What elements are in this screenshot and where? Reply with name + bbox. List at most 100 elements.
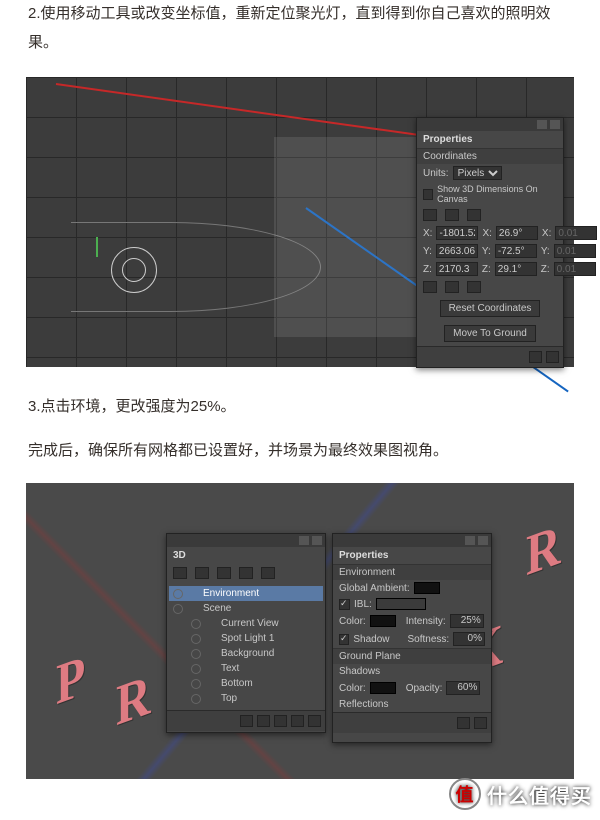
global-ambient-label: Global Ambient: xyxy=(339,583,410,594)
show-3d-label: Show 3D Dimensions On Canvas xyxy=(437,184,557,204)
panel-footer xyxy=(333,712,491,733)
tutorial-step-3a: 3.点击环境，更改强度为25%。 xyxy=(0,393,600,422)
visibility-icon[interactable] xyxy=(191,694,201,704)
shadow-label: Shadow xyxy=(353,634,389,645)
pos-z[interactable] xyxy=(436,262,478,276)
global-ambient-swatch[interactable] xyxy=(414,582,440,594)
gp-color-swatch[interactable] xyxy=(370,682,396,694)
tutorial-step-2: 2.使用移动工具或改变坐标值，重新定位聚光灯，直到得到你自己喜欢的照明效果。 xyxy=(0,0,600,57)
show-3d-checkbox[interactable] xyxy=(423,189,433,200)
move-icon xyxy=(423,209,437,221)
scene-tree-item[interactable]: Environment xyxy=(169,586,323,601)
mesh-letter: P xyxy=(56,642,85,719)
tree-item-label: Spot Light 1 xyxy=(221,633,274,644)
filter-icon xyxy=(173,567,187,579)
visibility-icon[interactable] xyxy=(173,604,183,614)
panel-titlebar[interactable] xyxy=(167,534,325,547)
shadows-sublabel: Shadows xyxy=(339,666,380,677)
visibility-icon[interactable] xyxy=(191,634,201,644)
gp-color-label: Color: xyxy=(339,683,366,694)
material-icon xyxy=(239,567,253,579)
ibl-swatch[interactable] xyxy=(376,598,426,610)
tree-item-label: Text xyxy=(221,663,239,674)
spotlight-gizmo xyxy=(111,247,157,293)
scene-tree-item[interactable]: Background xyxy=(169,646,323,661)
rot-z[interactable] xyxy=(495,262,537,276)
visibility-icon[interactable] xyxy=(191,679,201,689)
tree-item-label: Current View xyxy=(221,618,279,629)
visibility-icon[interactable] xyxy=(191,664,201,674)
scene-tree-item[interactable]: Bottom xyxy=(169,676,323,691)
ibl-color-swatch[interactable] xyxy=(370,615,396,627)
tree-item-label: Bottom xyxy=(221,678,253,689)
ground-plane-header: Ground Plane xyxy=(333,648,491,664)
softness-label: Softness: xyxy=(407,634,449,645)
panel-tab[interactable]: Environment xyxy=(333,564,491,580)
pos-x[interactable] xyxy=(436,226,478,240)
trash-icon[interactable] xyxy=(474,717,487,729)
transform-mode-icons[interactable] xyxy=(417,206,563,224)
coordinates-tab-label: Coordinates xyxy=(423,151,477,162)
scene-icon xyxy=(195,567,209,579)
scale-icon xyxy=(467,209,481,221)
intensity-label: Intensity: xyxy=(406,616,446,627)
units-label: Units: xyxy=(423,168,449,179)
opacity-value[interactable]: 60% xyxy=(446,681,480,695)
properties-panel-environment: Properties Environment Global Ambient: I… xyxy=(332,533,492,743)
rotate-icon xyxy=(445,209,459,221)
watermark-badge: 值 xyxy=(449,778,481,810)
scene-tree-item[interactable]: Spot Light 1 xyxy=(169,631,323,646)
units-select[interactable]: Pixels xyxy=(453,166,502,180)
opacity-label: Opacity: xyxy=(406,683,443,694)
panel-title: Properties xyxy=(417,131,563,148)
pos-y[interactable] xyxy=(436,244,478,258)
shadow-checkbox[interactable] xyxy=(339,634,349,645)
visibility-icon[interactable] xyxy=(173,589,183,599)
reset-coordinates-button[interactable]: Reset Coordinates xyxy=(440,300,541,317)
panel-tab[interactable]: Coordinates xyxy=(417,148,563,164)
softness-value[interactable]: 0% xyxy=(453,632,485,646)
screenshot-environment: P R R K 3D EnvironmentSceneCurrent ViewS… xyxy=(26,483,574,779)
panel-footer xyxy=(167,710,325,731)
scene-tree: Environment Scene Current View Spot Light 1… xyxy=(167,582,325,710)
color-label: Color: xyxy=(339,616,366,627)
trash-icon[interactable] xyxy=(546,351,559,363)
scene-tree-item[interactable]: Current View xyxy=(169,616,323,631)
reuse-icon[interactable] xyxy=(529,351,542,363)
trash-icon[interactable] xyxy=(308,715,321,727)
panel-titlebar[interactable] xyxy=(333,534,491,547)
tree-item-label: Top xyxy=(221,693,237,704)
properties-panel-coordinates: Properties Coordinates Units: Pixels Sho… xyxy=(416,117,564,368)
scene-tree-item[interactable]: Text xyxy=(169,661,323,676)
move-to-ground-button[interactable]: Move To Ground xyxy=(444,325,536,342)
scene-tree-item[interactable]: Scene xyxy=(169,601,323,616)
visibility-icon[interactable] xyxy=(191,649,201,659)
watermark-text: 什么值得买 xyxy=(487,780,592,809)
mesh-letter: R xyxy=(116,661,151,740)
light-icon xyxy=(261,567,275,579)
screenshot-coordinates: Properties Coordinates Units: Pixels Sho… xyxy=(26,77,574,367)
tree-item-label: Scene xyxy=(203,603,231,614)
rot-x[interactable] xyxy=(496,226,538,240)
intensity-value[interactable]: 25% xyxy=(450,614,484,628)
watermark: 值 什么值得买 xyxy=(449,778,592,810)
mesh-icon xyxy=(217,567,231,579)
panel-titlebar[interactable] xyxy=(417,118,563,131)
tutorial-step-3b: 完成后，确保所有网格都已设置好，并场景为最终效果图视角。 xyxy=(0,437,600,466)
scale-z[interactable] xyxy=(554,262,596,276)
visibility-icon[interactable] xyxy=(191,619,201,629)
tree-item-label: Environment xyxy=(203,588,259,599)
scale-y[interactable] xyxy=(554,244,596,258)
scale-x[interactable] xyxy=(555,226,597,240)
3d-panel-title: 3D xyxy=(167,547,325,564)
mesh-letter: R xyxy=(526,511,561,590)
ibl-label: IBL: xyxy=(354,599,372,610)
3d-panel: 3D Environment Scene Current View Spot Ligh… xyxy=(166,533,326,733)
reflections-label: Reflections xyxy=(339,699,388,710)
rot-y[interactable] xyxy=(495,244,537,258)
reset-axis-icons[interactable] xyxy=(417,278,563,296)
panel-title: Properties xyxy=(333,547,491,564)
3d-toolbar[interactable] xyxy=(167,564,325,582)
ibl-checkbox[interactable] xyxy=(339,599,350,610)
scene-tree-item[interactable]: Top xyxy=(169,691,323,706)
